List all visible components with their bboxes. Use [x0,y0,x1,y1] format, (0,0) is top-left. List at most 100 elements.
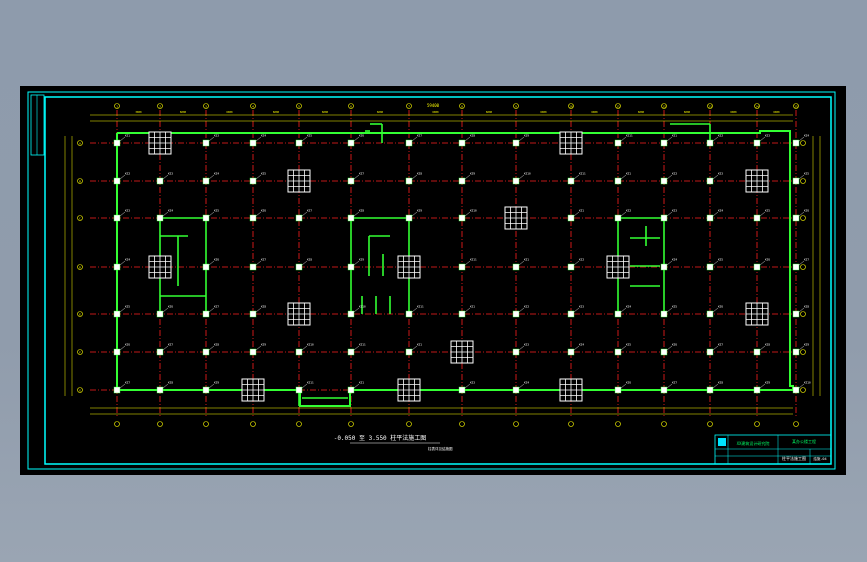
drawing-sheet[interactable]: A B C D E F G 1 2 3 4 5 6 7 8 9 10 11 12 13 14 15 3000 6000 6000… [20,86,846,475]
tag-leader [411,174,418,180]
column-tag: KZ7 [359,172,364,176]
column-tag: KZ7 [307,209,312,213]
tag-leader [162,307,169,313]
column [614,386,622,394]
axis-label-y: B [79,179,81,183]
axis-bubble-bottom [250,421,256,427]
axis-label-y: E [79,312,81,316]
column [792,386,800,394]
bay-dimension-label: 6000 [730,110,737,114]
column-tag: KZ2 [125,172,130,176]
column-tag: KZ7 [168,343,173,347]
tag-leader [759,136,766,142]
tag-leader [620,307,627,313]
column-tag: KZ7 [672,381,677,385]
column [202,386,210,394]
bay-dimension-label: 6000 [322,110,329,114]
column-tag: KZ9 [214,381,219,385]
axis-bubble-bottom [568,421,574,427]
column [792,139,800,147]
tag-leader [518,307,525,313]
tag-leader [255,211,262,217]
tag-leader [620,211,627,217]
tag-leader [255,307,262,313]
column-tag: KZ10 [470,209,477,213]
column-detail-section [559,131,583,155]
column [614,139,622,147]
tag-leader [464,136,471,142]
column [249,348,257,356]
tag-leader [162,345,169,351]
title-block-project: 某办公楼工程 [792,438,816,444]
tag-leader [255,136,262,142]
column [614,214,622,222]
tag-leader [573,307,580,313]
column-detail-section [397,255,421,279]
column-tag: KZ9 [470,172,475,176]
axis-label-x: 3 [205,104,207,108]
column-tag: KZ6 [718,305,723,309]
tag-leader [162,383,169,389]
column-tag: KZ9 [524,134,529,138]
axis-label-x: 7 [408,104,410,108]
axis-label-x: 14 [755,104,759,108]
column-tag: KZ8 [765,343,770,347]
column-tag: KZ11 [579,172,586,176]
tag-leader [353,345,360,351]
column-tag: KZ2 [524,305,529,309]
column-tag: KZ8 [168,381,173,385]
column [156,214,164,222]
column-tag: KZ3 [524,343,529,347]
tag-leader [518,136,525,142]
column [202,348,210,356]
column [792,214,800,222]
tag-leader [464,174,471,180]
column-tag: KZ11 [307,381,314,385]
column-tag: KZ9 [359,258,364,262]
title-block-sheet-number: 结施-04 [813,456,826,461]
tag-leader [353,383,360,389]
column-tag: KZ8 [261,305,266,309]
column [706,310,714,318]
tag-leader [208,136,215,142]
axis-label-x: 9 [515,104,517,108]
tag-leader [666,260,673,266]
column [249,263,257,271]
axis-bubble-bottom [615,421,621,427]
column-tag: KZ7 [417,134,422,138]
tag-leader [518,174,525,180]
column-tag: KZ7 [125,381,130,385]
column-tag: KZ9 [417,209,422,213]
axis-bubble-right [800,387,806,393]
column-tag: KZ3 [470,381,475,385]
axis-label-x: 13 [708,104,712,108]
column [113,214,121,222]
column [405,214,413,222]
tag-leader [353,136,360,142]
column-tag: KZ7 [214,305,219,309]
bay-dimension-label: 6000 [486,110,493,114]
column [512,386,520,394]
column-tag: KZ2 [579,258,584,262]
tag-leader [119,136,126,142]
column [706,214,714,222]
axis-bubble-bottom [459,421,465,427]
column-tag: KZ4 [214,172,219,176]
tag-leader [353,260,360,266]
bay-dimension-label: 6000 [226,110,233,114]
cad-viewport[interactable]: A B C D E F G 1 2 3 4 5 6 7 8 9 10 11 12 13 14 15 3000 6000 6000… [0,0,867,562]
title-block: XX建筑设计研究院 某办公楼工程 柱平法施工图 结施-04 [714,434,832,465]
axis-bubble-bottom [793,421,799,427]
column [706,177,714,185]
column [706,263,714,271]
axis-label-x: 8 [461,104,463,108]
column-tag: KZ3 [214,134,219,138]
tag-leader [464,211,471,217]
column [156,177,164,185]
column-tag: KZ7 [804,258,809,262]
axis-bubble-bottom [348,421,354,427]
column [156,386,164,394]
column-tag: KZ10 [307,343,314,347]
column [567,310,575,318]
column [295,348,303,356]
